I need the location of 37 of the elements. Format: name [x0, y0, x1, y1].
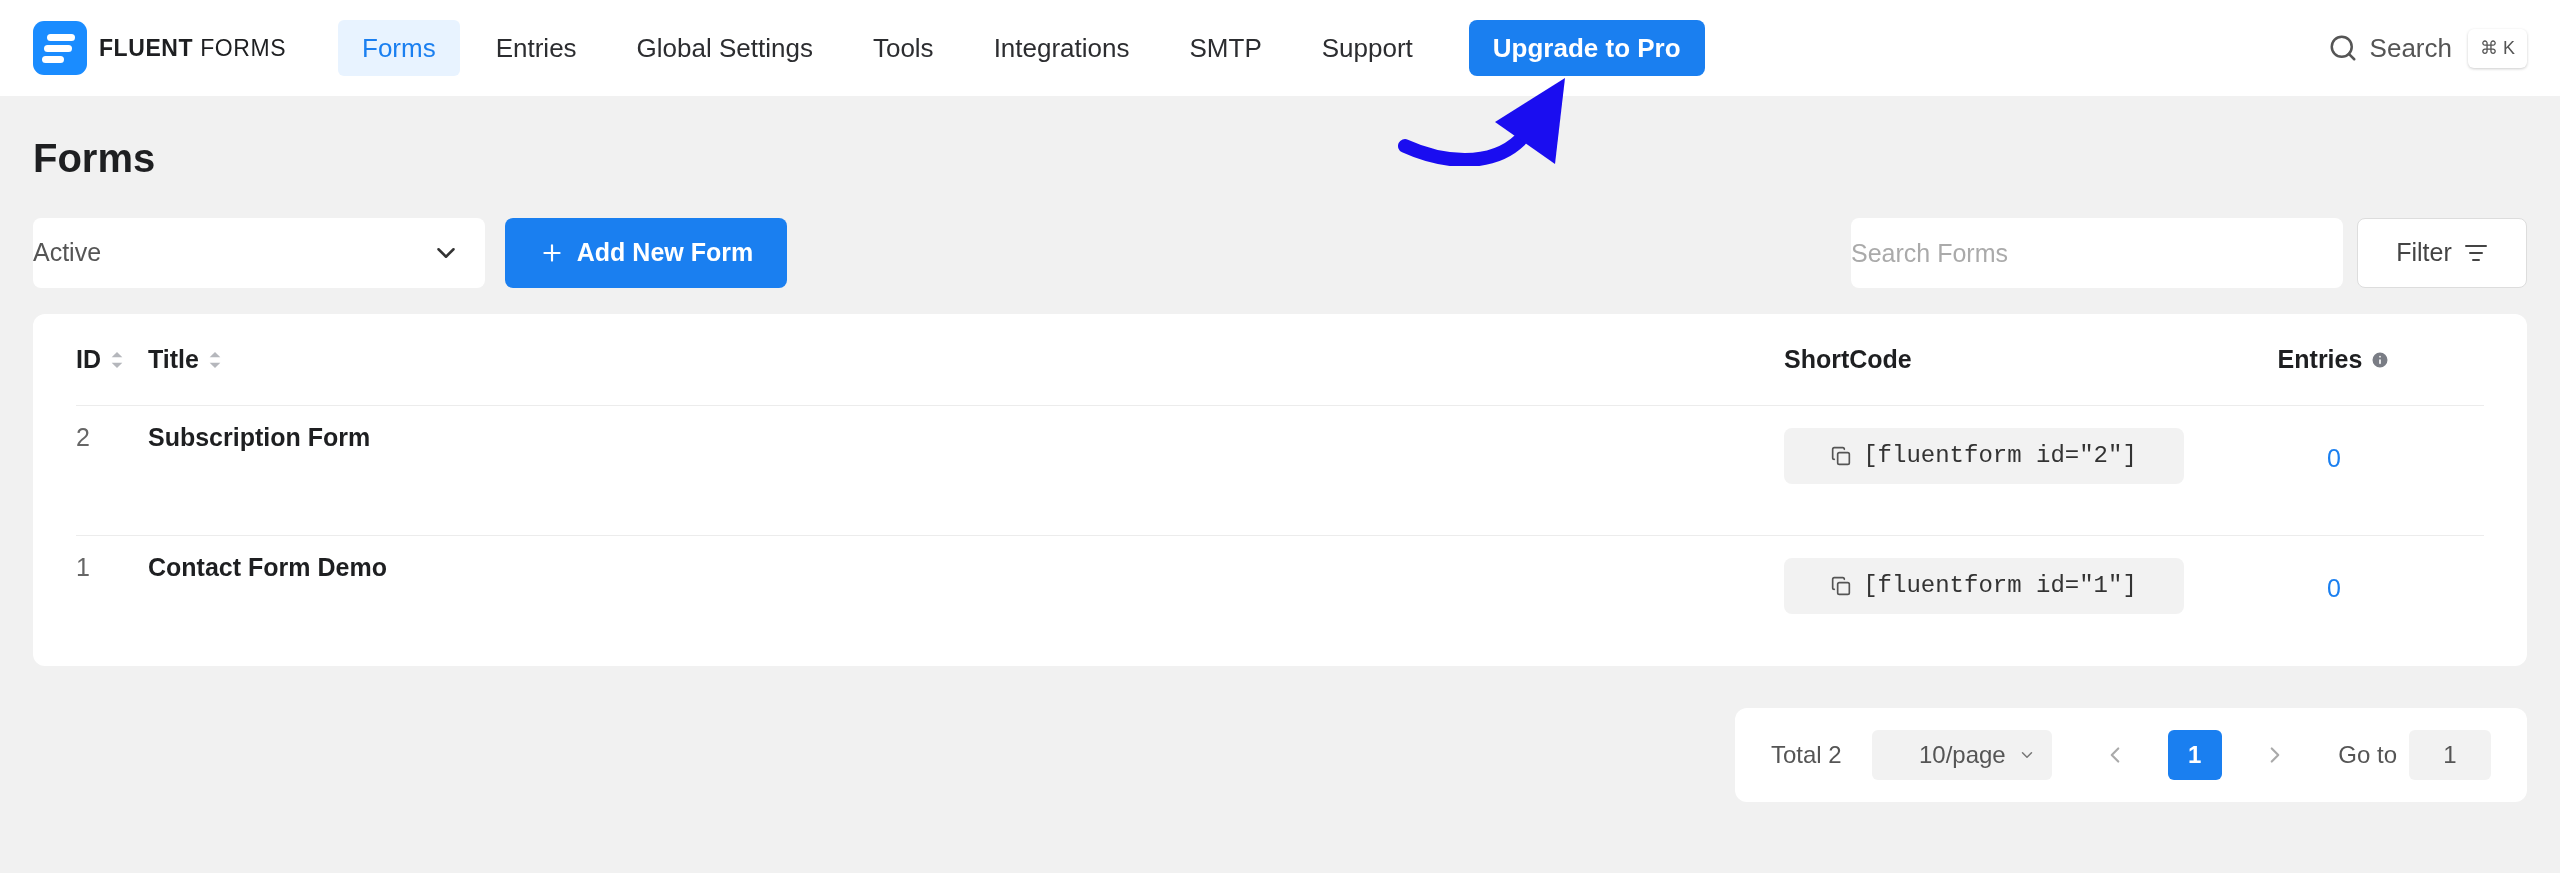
column-header[interactable]: ID	[76, 340, 101, 379]
entries-count-link[interactable]: 0	[2327, 570, 2341, 608]
nav-tab[interactable]: Entries	[471, 20, 601, 76]
form-title[interactable]: Subscription Form	[148, 420, 1736, 454]
status-select[interactable]: Active	[33, 218, 485, 288]
info-icon[interactable]	[2370, 349, 2391, 370]
shortcode-button[interactable]: [fluentform id="1"]	[1784, 558, 2184, 614]
column-header[interactable]: Title	[148, 340, 199, 379]
entries-count-link[interactable]: 0	[2327, 440, 2341, 478]
column-header: ShortCode	[1784, 343, 1912, 375]
search-label[interactable]: Search	[2369, 28, 2452, 68]
id-cell-text: 1	[76, 552, 91, 583]
column-header: Entries	[2277, 343, 2363, 375]
go-to-label: Go to	[2338, 740, 2397, 770]
add-form-button[interactable]: Add New Form	[505, 218, 787, 288]
nav-tab[interactable]: Global Settings	[612, 20, 837, 76]
filter-button[interactable]: Filter	[2357, 218, 2527, 288]
id-cell-text: 2	[76, 422, 91, 453]
form-title[interactable]: Contact Form Demo	[148, 550, 1736, 584]
copy-icon	[1831, 576, 1852, 596]
page-title: Forms	[33, 135, 157, 182]
shortcode-button[interactable]: [fluentform id="2"]	[1784, 428, 2184, 484]
page-number[interactable]: 1	[2167, 730, 2222, 780]
brand-name: FLUENT FORMS	[99, 33, 287, 63]
go-to-field[interactable]: 1	[2409, 730, 2491, 780]
nav-tab[interactable]: Support	[1297, 20, 1437, 76]
logo-icon	[33, 21, 87, 75]
copy-icon	[1831, 446, 1852, 466]
shortcut-key: ⌘ K	[2468, 28, 2527, 68]
total-count: Total 2	[1771, 740, 1842, 770]
nav-tab[interactable]: Forms	[338, 20, 460, 76]
nav-tab[interactable]: SMTP	[1165, 20, 1286, 76]
upgrade-button[interactable]: Upgrade to Pro	[1468, 20, 1705, 76]
nav-tab[interactable]: Tools	[848, 20, 958, 76]
page-size-select[interactable]: 10/page	[1871, 730, 2052, 780]
nav-tab[interactable]: Integrations	[969, 20, 1154, 76]
search-forms-field[interactable]: Search Forms	[1851, 218, 2343, 288]
